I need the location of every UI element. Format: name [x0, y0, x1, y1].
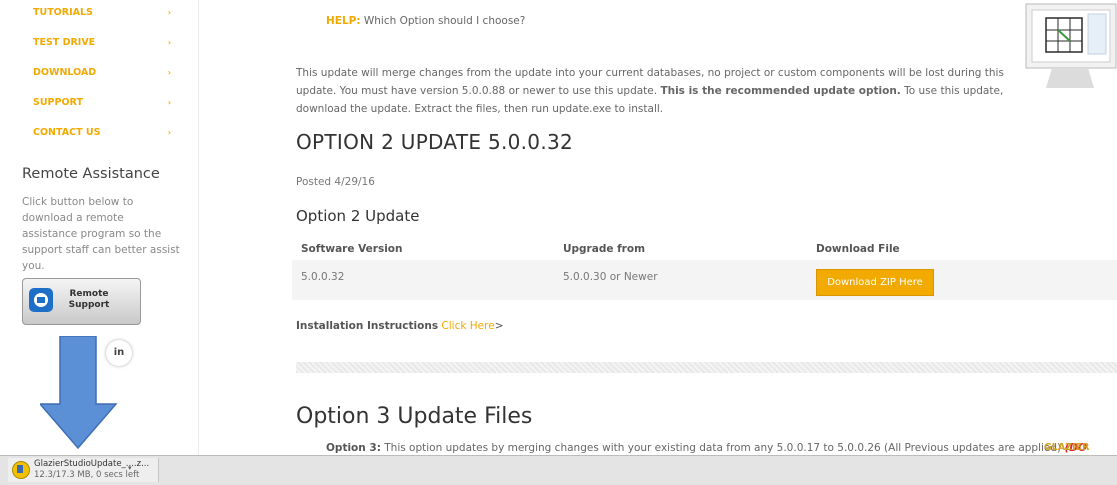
help-link[interactable]: Which Option should I choose? — [361, 15, 525, 27]
chevron-right-icon: › — [167, 68, 171, 77]
archive-file-icon — [12, 461, 30, 479]
software-version: 5.0.0.32 — [301, 271, 345, 283]
remote-support-line2: Support — [68, 300, 110, 310]
nav-label: DOWNLOAD — [33, 67, 97, 78]
column-header: Download File — [816, 243, 900, 255]
install-label: Installation Instructions — [296, 320, 439, 332]
remote-support-line1: Remote — [69, 289, 109, 299]
down-arrow-annotation — [40, 336, 118, 450]
option3-heading: Option 3 Update Files — [296, 404, 533, 429]
nav-label: CONTACT US — [33, 127, 101, 138]
option2-subheading: Option 2 Update — [296, 207, 420, 225]
remote-support-button[interactable]: Remote Support — [22, 278, 141, 325]
remote-assistance-text: Click button below to download a remote … — [22, 196, 180, 272]
update-description: This update will merge changes from the … — [296, 67, 1004, 115]
recommended-note: This is the recommended update option. — [660, 85, 901, 97]
download-status: 12.3/17.3 MB, 0 secs left — [34, 470, 140, 480]
download-bar: GlazierStudioUpdate_....z... 12.3/17.3 M… — [0, 455, 1117, 485]
nav-tutorials[interactable]: TUTORIALS › — [33, 2, 183, 32]
chevron-right-icon: › — [167, 128, 171, 137]
chevron-down-icon[interactable]: ▾ — [128, 464, 132, 472]
nav-download[interactable]: DOWNLOAD › — [33, 62, 183, 92]
upgrade-from: 5.0.0.30 or Newer — [563, 271, 658, 283]
nav-contact-us[interactable]: CONTACT US › — [33, 122, 183, 152]
install-link[interactable]: Click Here — [441, 320, 494, 332]
table-header: Software Version Upgrade from Download F… — [292, 238, 1117, 261]
chevron-right-icon: › — [167, 8, 171, 17]
option3-label: Option 3: — [326, 442, 381, 454]
teamviewer-icon — [29, 288, 53, 312]
nav-test-drive[interactable]: TEST DRIVE › — [33, 32, 183, 62]
nav-label: SUPPORT — [33, 97, 83, 108]
chevron-right-icon: › — [167, 98, 171, 107]
help-label: HELP: — [326, 15, 361, 27]
option3-description: Option 3: This option updates by merging… — [326, 442, 1087, 454]
column-header: Software Version — [301, 243, 403, 255]
download-item[interactable]: GlazierStudioUpdate_....z... 12.3/17.3 M… — [8, 458, 159, 482]
chevron-right-icon: › — [167, 38, 171, 47]
section-divider — [296, 362, 1117, 373]
option2-heading: OPTION 2 UPDATE 5.0.0.32 — [296, 130, 574, 154]
posted-date: Posted 4/29/16 — [296, 176, 375, 188]
nav-support[interactable]: SUPPORT › — [33, 92, 183, 122]
nav-label: TEST DRIVE — [33, 37, 96, 48]
download-zip-button[interactable]: Download ZIP Here — [816, 269, 934, 296]
installation-instructions: Installation Instructions Click Here> — [296, 320, 504, 332]
glazier-logo: GLAZIER — [1044, 442, 1090, 453]
remote-assistance-title: Remote Assistance — [22, 166, 160, 182]
sidebar: TUTORIALS › TEST DRIVE › DOWNLOAD › SUPP… — [0, 0, 199, 455]
help-line: HELP: Which Option should I choose? — [326, 15, 525, 27]
column-header: Upgrade from — [563, 243, 646, 255]
nav-label: TUTORIALS — [33, 7, 93, 18]
table-row: 5.0.0.32 5.0.0.30 or Newer Download ZIP … — [292, 260, 1117, 300]
